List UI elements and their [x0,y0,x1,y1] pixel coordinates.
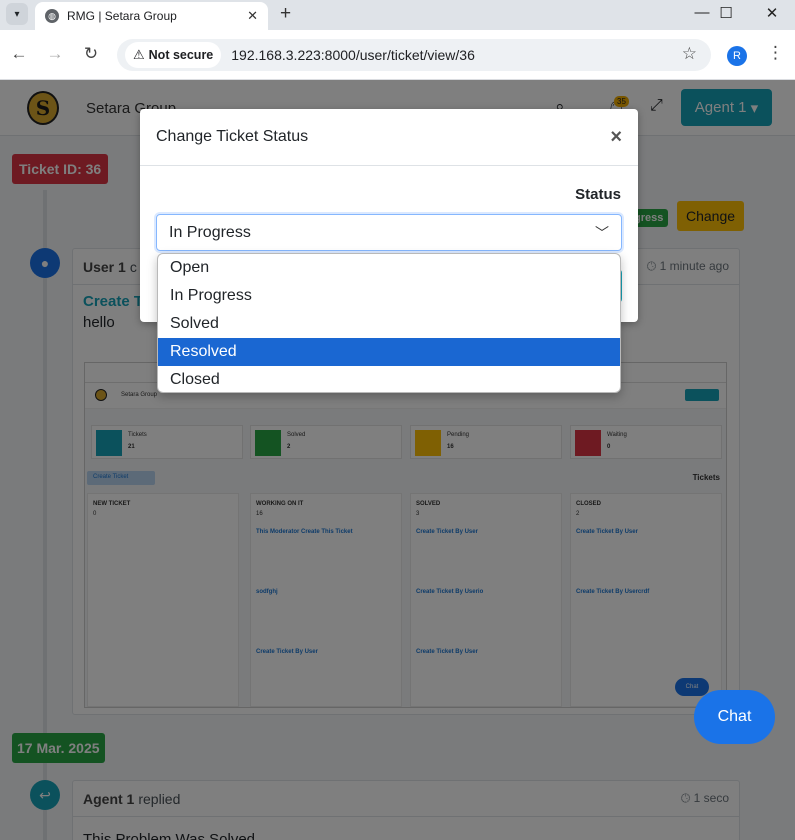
status-dropdown-list: Open In Progress Solved Resolved Closed [157,253,621,393]
close-tab-icon[interactable]: ✕ [247,8,258,24]
new-tab-button[interactable]: + [280,3,291,25]
maximize-icon[interactable]: ☐ [714,4,738,22]
browser-tab-bar: ▾ ◍ RMG | Setara Group ✕ + — ☐ ✕ [0,0,795,30]
address-bar: ← → ↻ ⚠ Not secure 192.168.3.223:8000/us… [0,30,795,80]
chevron-down-icon: ▾ [14,8,20,20]
browser-tab[interactable]: ◍ RMG | Setara Group ✕ [35,2,268,30]
security-chip[interactable]: ⚠ Not secure [125,42,222,68]
profile-avatar[interactable]: R [727,46,747,66]
modal-title: Change Ticket Status [156,128,309,145]
tab-search-button[interactable]: ▾ [6,3,28,25]
minimize-icon[interactable]: — [690,4,714,21]
browser-menu-icon[interactable]: ⋮ [767,43,784,63]
status-option-in-progress[interactable]: In Progress [158,282,620,310]
status-option-solved[interactable]: Solved [158,310,620,338]
url-text: 192.168.3.223:8000/user/ticket/view/36 [231,47,475,63]
tab-title: RMG | Setara Group [67,9,177,23]
status-select-value: In Progress [169,223,251,241]
status-select[interactable]: In Progress ﹀ [156,214,622,251]
globe-icon: ◍ [45,9,59,23]
close-icon[interactable]: × [610,126,622,149]
security-label: Not secure [148,48,214,62]
warning-icon: ⚠ [133,47,145,62]
modal-header: Change Ticket Status × [140,109,638,166]
forward-icon[interactable]: → [43,44,67,64]
chat-button[interactable]: Chat [694,690,775,744]
close-window-icon[interactable]: ✕ [760,4,784,22]
chevron-down-icon: ﹀ [595,224,609,241]
omnibox[interactable]: ⚠ Not secure 192.168.3.223:8000/user/tic… [117,39,711,71]
status-option-closed[interactable]: Closed [158,366,620,392]
status-field-label: Status [575,186,621,203]
bookmark-star-icon[interactable]: ☆ [682,44,697,64]
back-icon[interactable]: ← [7,44,31,64]
status-option-open[interactable]: Open [158,254,620,282]
reload-icon[interactable]: ↻ [79,44,103,64]
status-option-resolved[interactable]: Resolved [158,338,620,366]
